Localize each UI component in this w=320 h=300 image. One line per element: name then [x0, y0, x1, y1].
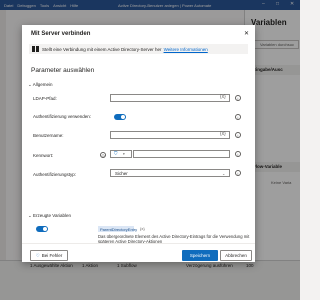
auth-type-dropdown[interactable]: Sicher ⌄	[110, 169, 230, 177]
banner-text: Stellt eine Verbindung mit einem Active …	[42, 46, 162, 52]
info-icon[interactable]: i	[235, 95, 241, 101]
shield-icon: ♡	[35, 252, 40, 258]
general-group-label: Allgemein	[32, 82, 53, 87]
general-group-header[interactable]: ⌄ Allgemein	[28, 82, 53, 88]
info-icon[interactable]: i	[235, 114, 241, 120]
on-error-label: Bei Fehler	[41, 253, 63, 258]
chevron-down-icon: ⌄	[222, 171, 226, 176]
variable-picker-icon[interactable]: {x}	[220, 131, 226, 137]
variable-toggle[interactable]	[36, 226, 48, 232]
password-input[interactable]	[133, 150, 230, 158]
auth-type-label: Authentifizierungstyp:	[33, 172, 77, 177]
variable-picker-icon[interactable]: {x}	[220, 94, 226, 100]
shield-icon: ⛉	[114, 151, 118, 156]
chevron-down-icon: ⌄	[28, 82, 32, 87]
windows-icon	[32, 45, 40, 53]
ldap-path-input[interactable]	[110, 94, 230, 102]
produced-variables-label: Erzeugte Variablen	[33, 213, 71, 218]
ldap-path-label: LDAP-Pfad:	[33, 96, 57, 101]
auth-type-value: Sicher	[115, 171, 128, 176]
footer-divider	[22, 243, 255, 244]
mode-info-icon[interactable]: ⊙	[100, 152, 106, 158]
close-icon[interactable]: ✕	[244, 30, 249, 37]
on-error-button[interactable]: ♡ Bei Fehler	[30, 250, 68, 261]
use-auth-toggle[interactable]	[114, 114, 126, 120]
chevron-down-icon: ⌄	[28, 213, 32, 218]
cancel-button[interactable]: Abbrechen	[220, 250, 252, 261]
connect-server-dialog: Mit Server verbinden ✕ Stellt eine Verbi…	[22, 25, 255, 262]
password-label: Kennwort:	[33, 153, 54, 158]
dialog-title: Mit Server verbinden	[31, 31, 91, 37]
username-label: Benutzername:	[33, 133, 64, 138]
info-banner: Stellt eine Verbindung mit einem Active …	[29, 44, 248, 54]
learn-more-link[interactable]: Weitere Informationen	[164, 47, 208, 52]
password-mode-dropdown[interactable]: ⛉ ▾	[110, 150, 132, 158]
username-input[interactable]	[110, 131, 230, 139]
section-title: Parameter auswählen	[31, 67, 95, 74]
info-icon[interactable]: i	[235, 170, 241, 176]
info-icon[interactable]: i	[235, 132, 241, 138]
info-icon[interactable]: i	[235, 151, 241, 157]
produced-variables-header[interactable]: ⌄ Erzeugte Variablen	[28, 213, 71, 219]
variable-name-badge[interactable]: ParentDirectoryEntry	[98, 226, 137, 232]
save-button[interactable]: Speichern	[182, 250, 218, 261]
chevron-down-icon: ▾	[123, 152, 125, 156]
variable-type-icon: {x}	[140, 226, 145, 231]
use-auth-label: Authentifizierung verwenden:	[33, 114, 92, 119]
